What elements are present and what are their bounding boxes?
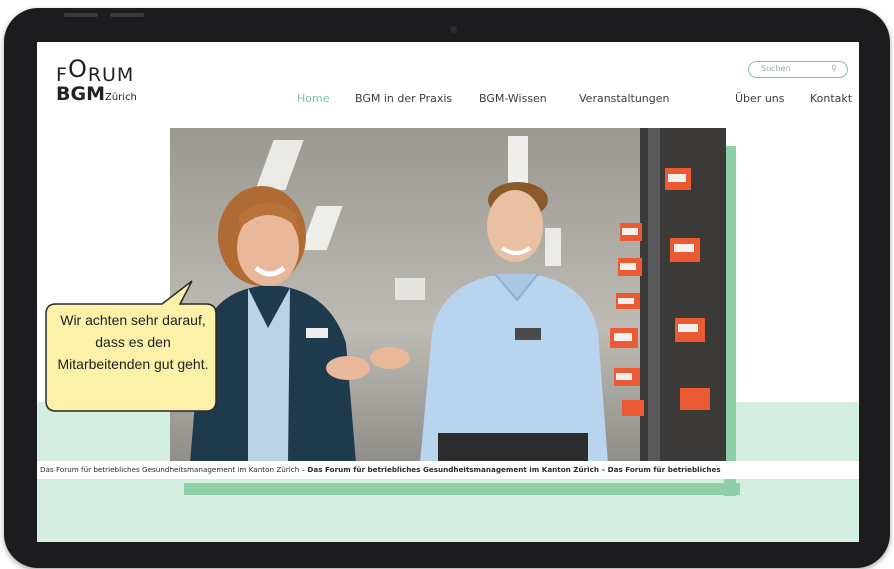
nav-item-veranstaltungen[interactable]: Veranstaltungen <box>579 92 670 105</box>
website-screen: FORUM BGMZürich Home BGM in der Praxis B… <box>37 42 859 542</box>
hero-photo-illustration <box>170 128 726 463</box>
speech-bubble-text: Wir achten sehr darauf, dass es den Mita… <box>57 312 209 372</box>
hero-image <box>170 128 726 463</box>
marquee-ticker: Das Forum für betriebliches Gesundheitsm… <box>37 461 859 479</box>
nav-item-bgm-in-der-praxis[interactable]: BGM in der Praxis <box>355 92 452 105</box>
tablet-power-button <box>110 13 144 17</box>
ticker-text-regular: Das Forum für betriebliches Gesundheitsm… <box>40 465 308 474</box>
nav-item-ueber-uns[interactable]: Über uns <box>735 92 785 105</box>
logo-forum: FORUM <box>56 55 135 86</box>
nav-item-home[interactable]: Home <box>297 92 329 105</box>
search-placeholder: Suchen <box>761 64 791 73</box>
search-icon[interactable]: ⚲ <box>831 64 837 73</box>
ticker-text-bold: Das Forum für betriebliches Gesundheitsm… <box>307 465 721 474</box>
logo-bgm: BGMZürich <box>56 83 137 105</box>
speech-bubble: Wir achten sehr darauf, dass es den Mita… <box>44 279 219 419</box>
site-logo[interactable]: FORUM BGMZürich <box>56 55 137 107</box>
nav-item-kontakt[interactable]: Kontakt <box>810 92 852 105</box>
tablet-volume-button <box>64 13 98 17</box>
hero-accent-bar <box>184 483 740 495</box>
camera-icon <box>450 26 457 33</box>
nav-item-bgm-wissen[interactable]: BGM-Wissen <box>479 92 547 105</box>
search-input[interactable]: Suchen ⚲ <box>748 61 848 78</box>
